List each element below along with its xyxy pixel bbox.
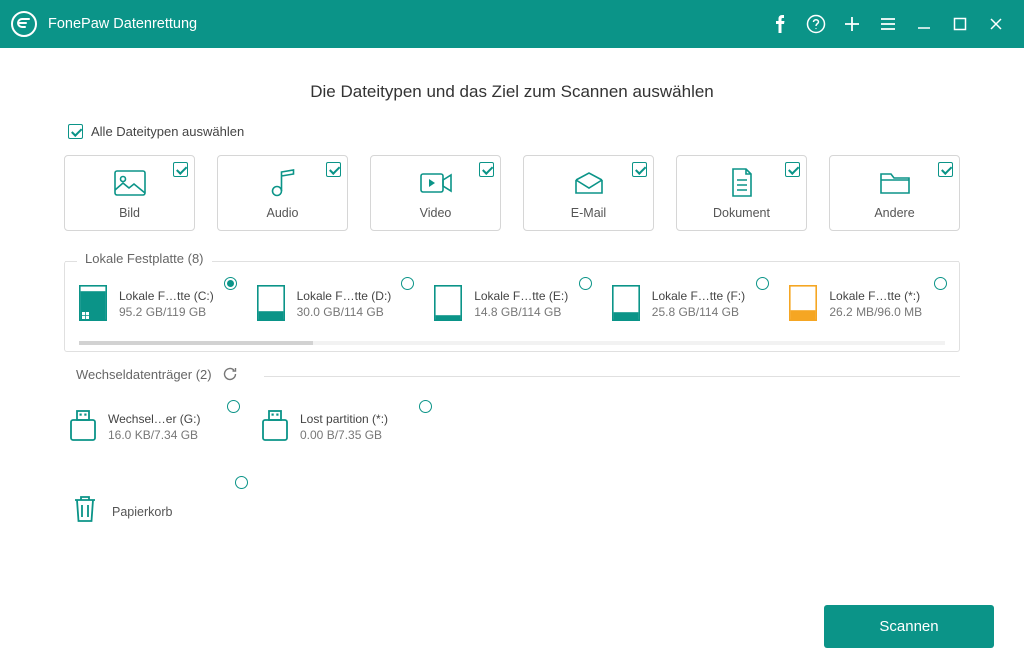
type-check-image[interactable] xyxy=(173,162,188,177)
drive-item-local-2[interactable]: Lokale F…tte (E:) 14.8 GB/114 GB xyxy=(434,285,590,323)
facebook-icon[interactable] xyxy=(762,0,798,48)
type-label-video: Video xyxy=(377,206,494,220)
drive-radio[interactable] xyxy=(227,400,240,413)
type-label-audio: Audio xyxy=(224,206,341,220)
menu-icon[interactable] xyxy=(870,0,906,48)
folder-icon xyxy=(836,168,953,198)
usb-icon xyxy=(260,408,290,446)
select-all-checkbox[interactable] xyxy=(68,124,83,139)
drive-size: 95.2 GB/119 GB xyxy=(119,305,214,319)
titlebar: FonePaw Datenrettung xyxy=(0,0,1024,48)
disk-icon xyxy=(79,285,109,323)
video-icon xyxy=(377,168,494,198)
type-label-image: Bild xyxy=(71,206,188,220)
drive-size: 26.2 MB/96.0 MB xyxy=(829,305,922,319)
file-types-row: Bild Audio Video E-Mail Dokument Andere xyxy=(64,155,960,231)
drive-item-removable-0[interactable]: Wechsel…er (G:) 16.0 KB/7.34 GB xyxy=(68,408,238,446)
drive-name: Lokale F…tte (C:) xyxy=(119,289,214,303)
type-check-document[interactable] xyxy=(785,162,800,177)
drive-radio[interactable] xyxy=(401,277,414,290)
drive-name: Wechsel…er (G:) xyxy=(108,412,200,426)
local-scrollbar[interactable] xyxy=(79,341,945,345)
help-icon[interactable] xyxy=(798,0,834,48)
drive-item-local-1[interactable]: Lokale F…tte (D:) 30.0 GB/114 GB xyxy=(257,285,413,323)
trash-label: Papierkorb xyxy=(112,505,172,519)
type-card-email[interactable]: E-Mail xyxy=(523,155,654,231)
email-icon xyxy=(530,168,647,198)
trash-radio[interactable] xyxy=(235,476,248,489)
drive-radio[interactable] xyxy=(756,277,769,290)
drive-radio[interactable] xyxy=(934,277,947,290)
disk-icon xyxy=(257,285,287,323)
drive-name: Lokale F…tte (E:) xyxy=(474,289,568,303)
type-check-email[interactable] xyxy=(632,162,647,177)
type-label-other: Andere xyxy=(836,206,953,220)
select-all-label: Alle Dateitypen auswählen xyxy=(91,124,244,139)
disk-icon xyxy=(612,285,642,323)
drive-size: 30.0 GB/114 GB xyxy=(297,305,392,319)
type-check-video[interactable] xyxy=(479,162,494,177)
type-card-document[interactable]: Dokument xyxy=(676,155,807,231)
minimize-icon[interactable] xyxy=(906,0,942,48)
drive-size: 14.8 GB/114 GB xyxy=(474,305,568,319)
drive-name: Lokale F…tte (F:) xyxy=(652,289,745,303)
select-all-row[interactable]: Alle Dateitypen auswählen xyxy=(68,124,960,139)
drive-radio[interactable] xyxy=(579,277,592,290)
drive-name: Lokale F…tte (D:) xyxy=(297,289,392,303)
drive-name: Lost partition (*:) xyxy=(300,412,388,426)
local-disk-section: Lokale Festplatte (8) Lokale F…tte (C:) … xyxy=(64,261,960,352)
scan-button[interactable]: Scannen xyxy=(824,605,994,648)
type-check-other[interactable] xyxy=(938,162,953,177)
app-title: FonePaw Datenrettung xyxy=(48,16,197,32)
removable-title: Wechseldatenträger (2) xyxy=(76,367,212,382)
main-content: Die Dateitypen und das Ziel zum Scannen … xyxy=(0,48,1024,660)
drive-size: 16.0 KB/7.34 GB xyxy=(108,428,200,442)
type-card-video[interactable]: Video xyxy=(370,155,501,231)
drive-radio[interactable] xyxy=(419,400,432,413)
close-icon[interactable] xyxy=(978,0,1014,48)
removable-section: Wechseldatenträger (2) Wechsel…er (G:) 1… xyxy=(64,376,960,460)
drive-item-removable-1[interactable]: Lost partition (*:) 0.00 B/7.35 GB xyxy=(260,408,430,446)
drive-item-local-4[interactable]: Lokale F…tte (*:) 26.2 MB/96.0 MB xyxy=(789,285,945,323)
disk-icon xyxy=(789,285,819,323)
plus-icon[interactable] xyxy=(834,0,870,48)
type-card-other[interactable]: Andere xyxy=(829,155,960,231)
disk-icon xyxy=(434,285,464,323)
page-title: Die Dateitypen und das Ziel zum Scannen … xyxy=(64,82,960,102)
drive-item-local-3[interactable]: Lokale F…tte (F:) 25.8 GB/114 GB xyxy=(612,285,768,323)
drive-size: 0.00 B/7.35 GB xyxy=(300,428,388,442)
maximize-icon[interactable] xyxy=(942,0,978,48)
drive-radio[interactable] xyxy=(224,277,237,290)
trash-icon xyxy=(72,494,98,529)
local-disk-title: Lokale Festplatte (8) xyxy=(85,251,204,266)
type-label-email: E-Mail xyxy=(530,206,647,220)
type-card-image[interactable]: Bild xyxy=(64,155,195,231)
document-icon xyxy=(683,168,800,198)
usb-icon xyxy=(68,408,98,446)
type-label-document: Dokument xyxy=(683,206,800,220)
drive-name: Lokale F…tte (*:) xyxy=(829,289,922,303)
audio-icon xyxy=(224,168,341,198)
drive-item-local-0[interactable]: Lokale F…tte (C:) 95.2 GB/119 GB xyxy=(79,285,235,323)
type-check-audio[interactable] xyxy=(326,162,341,177)
trash-item[interactable]: Papierkorb xyxy=(72,494,242,529)
refresh-icon[interactable] xyxy=(222,366,238,382)
logo: FonePaw Datenrettung xyxy=(10,10,197,38)
drive-size: 25.8 GB/114 GB xyxy=(652,305,745,319)
app-logo-icon xyxy=(10,10,38,38)
image-icon xyxy=(71,168,188,198)
type-card-audio[interactable]: Audio xyxy=(217,155,348,231)
